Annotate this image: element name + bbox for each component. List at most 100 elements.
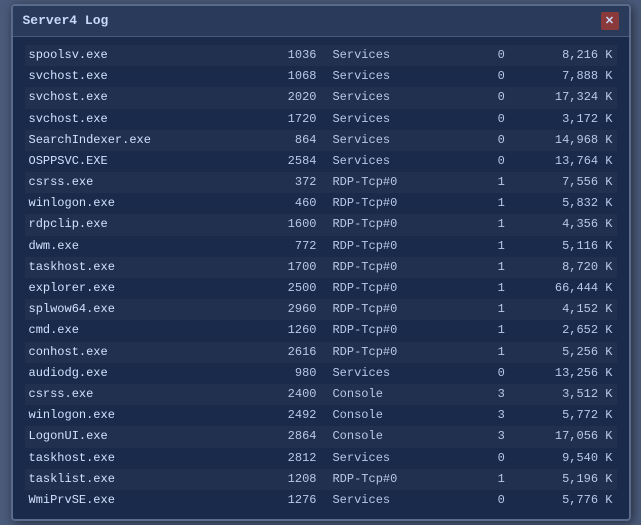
process-session: Services (320, 448, 455, 469)
table-row: explorer.exe 2500 RDP-Tcp#0 1 66,444 K (25, 278, 617, 299)
process-num: 1 (455, 469, 509, 490)
process-pid: 980 (240, 363, 321, 384)
process-num: 3 (455, 384, 509, 405)
process-num: 1 (455, 257, 509, 278)
process-name: WmiPrvSE.exe (25, 490, 240, 511)
process-num: 0 (455, 130, 509, 151)
process-num: 1 (455, 193, 509, 214)
process-pid: 2400 (240, 384, 321, 405)
process-mem: 13,256 K (509, 363, 617, 384)
process-table: spoolsv.exe 1036 Services 0 8,216 K svch… (25, 45, 617, 511)
process-pid: 2864 (240, 426, 321, 447)
process-name: dwm.exe (25, 236, 240, 257)
table-row: rdpclip.exe 1600 RDP-Tcp#0 1 4,356 K (25, 214, 617, 235)
table-row: svchost.exe 2020 Services 0 17,324 K (25, 87, 617, 108)
process-session: Console (320, 384, 455, 405)
process-mem: 5,772 K (509, 405, 617, 426)
process-num: 0 (455, 490, 509, 511)
process-num: 1 (455, 299, 509, 320)
process-num: 0 (455, 363, 509, 384)
process-session: RDP-Tcp#0 (320, 172, 455, 193)
process-name: audiodg.exe (25, 363, 240, 384)
table-row: dwm.exe 772 RDP-Tcp#0 1 5,116 K (25, 236, 617, 257)
process-session: RDP-Tcp#0 (320, 342, 455, 363)
process-session: Services (320, 66, 455, 87)
process-num: 3 (455, 405, 509, 426)
process-name: svchost.exe (25, 66, 240, 87)
process-mem: 5,116 K (509, 236, 617, 257)
process-mem: 4,356 K (509, 214, 617, 235)
table-row: svchost.exe 1720 Services 0 3,172 K (25, 109, 617, 130)
process-pid: 2020 (240, 87, 321, 108)
table-row: spoolsv.exe 1036 Services 0 8,216 K (25, 45, 617, 66)
process-name: csrss.exe (25, 172, 240, 193)
process-pid: 372 (240, 172, 321, 193)
table-row: winlogon.exe 460 RDP-Tcp#0 1 5,832 K (25, 193, 617, 214)
process-mem: 2,652 K (509, 320, 617, 341)
table-row: svchost.exe 1068 Services 0 7,888 K (25, 66, 617, 87)
table-row: tasklist.exe 1208 RDP-Tcp#0 1 5,196 K (25, 469, 617, 490)
table-row: winlogon.exe 2492 Console 3 5,772 K (25, 405, 617, 426)
process-pid: 1208 (240, 469, 321, 490)
process-mem: 5,256 K (509, 342, 617, 363)
process-name: winlogon.exe (25, 193, 240, 214)
process-num: 0 (455, 87, 509, 108)
process-num: 0 (455, 151, 509, 172)
process-num: 1 (455, 342, 509, 363)
close-button[interactable]: ✕ (601, 12, 619, 30)
process-pid: 864 (240, 130, 321, 151)
process-session: RDP-Tcp#0 (320, 320, 455, 341)
table-row: SearchIndexer.exe 864 Services 0 14,968 … (25, 130, 617, 151)
process-list-container: spoolsv.exe 1036 Services 0 8,216 K svch… (13, 37, 629, 519)
process-mem: 5,196 K (509, 469, 617, 490)
process-mem: 66,444 K (509, 278, 617, 299)
process-pid: 1276 (240, 490, 321, 511)
process-name: csrss.exe (25, 384, 240, 405)
process-pid: 2500 (240, 278, 321, 299)
process-session: RDP-Tcp#0 (320, 257, 455, 278)
process-name: taskhost.exe (25, 257, 240, 278)
process-name: explorer.exe (25, 278, 240, 299)
process-num: 3 (455, 426, 509, 447)
process-session: Services (320, 151, 455, 172)
process-mem: 3,512 K (509, 384, 617, 405)
process-session: RDP-Tcp#0 (320, 214, 455, 235)
table-row: WmiPrvSE.exe 1276 Services 0 5,776 K (25, 490, 617, 511)
process-name: SearchIndexer.exe (25, 130, 240, 151)
process-pid: 2960 (240, 299, 321, 320)
process-num: 1 (455, 278, 509, 299)
process-pid: 772 (240, 236, 321, 257)
process-name: svchost.exe (25, 109, 240, 130)
process-session: RDP-Tcp#0 (320, 278, 455, 299)
process-pid: 460 (240, 193, 321, 214)
table-row: conhost.exe 2616 RDP-Tcp#0 1 5,256 K (25, 342, 617, 363)
process-pid: 2616 (240, 342, 321, 363)
process-num: 0 (455, 66, 509, 87)
process-mem: 3,172 K (509, 109, 617, 130)
window-title: Server4 Log (23, 13, 109, 28)
process-mem: 9,540 K (509, 448, 617, 469)
process-name: LogonUI.exe (25, 426, 240, 447)
table-row: audiodg.exe 980 Services 0 13,256 K (25, 363, 617, 384)
process-name: taskhost.exe (25, 448, 240, 469)
process-mem: 17,056 K (509, 426, 617, 447)
process-session: Services (320, 363, 455, 384)
process-mem: 8,216 K (509, 45, 617, 66)
table-row: csrss.exe 2400 Console 3 3,512 K (25, 384, 617, 405)
process-name: winlogon.exe (25, 405, 240, 426)
process-session: Services (320, 109, 455, 130)
process-session: RDP-Tcp#0 (320, 236, 455, 257)
table-row: csrss.exe 372 RDP-Tcp#0 1 7,556 K (25, 172, 617, 193)
process-name: OSPPSVC.EXE (25, 151, 240, 172)
table-row: cmd.exe 1260 RDP-Tcp#0 1 2,652 K (25, 320, 617, 341)
process-pid: 1720 (240, 109, 321, 130)
process-session: Services (320, 490, 455, 511)
table-row: splwow64.exe 2960 RDP-Tcp#0 1 4,152 K (25, 299, 617, 320)
process-num: 1 (455, 320, 509, 341)
process-mem: 8,720 K (509, 257, 617, 278)
table-row: LogonUI.exe 2864 Console 3 17,056 K (25, 426, 617, 447)
process-num: 1 (455, 172, 509, 193)
table-row: taskhost.exe 2812 Services 0 9,540 K (25, 448, 617, 469)
process-name: cmd.exe (25, 320, 240, 341)
process-mem: 4,152 K (509, 299, 617, 320)
